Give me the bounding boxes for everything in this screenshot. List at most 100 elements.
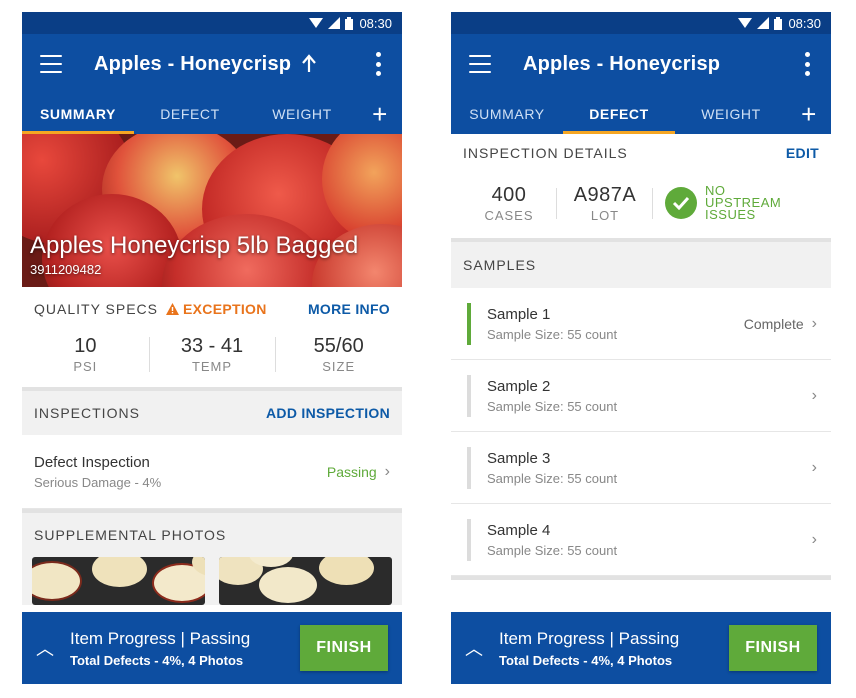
photos-header: SUPPLEMENTAL PHOTOS (22, 513, 402, 557)
sample-title: Sample 2 (487, 377, 551, 395)
inspections-label: INSPECTIONS (34, 405, 140, 421)
menu-icon[interactable] (40, 55, 62, 73)
tab-defect[interactable]: DEFECT (563, 94, 675, 134)
sample-title: Sample 1 (487, 305, 551, 323)
progress-details: Total Defects - 4%, 4 Photos (499, 652, 673, 668)
sample-status: Complete (743, 315, 804, 332)
cases-value: 400 (491, 183, 527, 206)
sample-subtitle: Sample Size: 55 count (487, 398, 618, 414)
inspection-subtitle: Serious Damage - 4% (34, 474, 162, 490)
tab-weight[interactable]: WEIGHT (246, 94, 358, 134)
sample-title: Sample 3 (487, 449, 551, 467)
divider (451, 576, 831, 580)
sample-row[interactable]: Sample 4 Sample Size: 55 count › (451, 504, 831, 576)
chevron-right-icon: › (384, 462, 390, 480)
page-title: Apples - Honeycrisp (94, 52, 292, 75)
wifi-icon (309, 18, 324, 28)
status-bar: 08:30 (22, 12, 402, 34)
tab-summary[interactable]: SUMMARY (22, 94, 134, 134)
spec-psi: 10 PSI (22, 335, 149, 374)
spec-label: TEMP (191, 358, 233, 374)
finish-button[interactable]: FINISH (729, 625, 817, 671)
exception-label: EXCEPTION (183, 301, 267, 317)
lot-detail: A987A LOT (557, 184, 653, 223)
quality-specs-label: QUALITY SPECS (34, 301, 159, 317)
wifi-icon (738, 18, 753, 28)
add-tab-icon[interactable]: + (787, 94, 831, 134)
chevron-right-icon: › (811, 314, 817, 332)
chevron-up-icon[interactable]: ︿ (465, 635, 483, 661)
tab-defect[interactable]: DEFECT (134, 94, 246, 134)
chevron-up-icon[interactable]: ︿ (36, 635, 54, 661)
upstream-status: NO UPSTREAM ISSUES (665, 183, 795, 222)
tab-bar: SUMMARY DEFECT WEIGHT + (451, 94, 831, 134)
check-icon (665, 187, 697, 219)
status-bar-indicator (467, 446, 471, 489)
spec-label: PSI (73, 358, 98, 374)
progress-summary: Item Progress | Passing (70, 628, 251, 648)
more-options-icon[interactable] (368, 50, 388, 78)
status-time: 08:30 (788, 15, 821, 31)
product-code: 3911209482 (30, 262, 102, 277)
chevron-right-icon: › (811, 530, 817, 548)
add-tab-icon[interactable]: + (358, 94, 402, 134)
cases-label: CASES (484, 207, 534, 223)
sample-row[interactable]: Sample 1 Sample Size: 55 count Complete … (451, 288, 831, 360)
more-info-link[interactable]: MORE INFO (308, 301, 390, 317)
status-bar: 08:30 (451, 12, 831, 34)
app-bar: Apples - Honeycrisp (451, 34, 831, 94)
photo-thumbnail[interactable] (219, 557, 392, 605)
exception-badge: EXCEPTION (166, 301, 267, 317)
sample-row[interactable]: Sample 3 Sample Size: 55 count › (451, 432, 831, 504)
spec-size: 55/60 SIZE (275, 335, 402, 374)
add-inspection-button[interactable]: ADD INSPECTION (266, 405, 390, 421)
sample-subtitle: Sample Size: 55 count (487, 326, 618, 342)
defect-screen: 08:30 Apples - Honeycrisp SUMMARY DEFECT… (451, 12, 831, 684)
battery-icon (345, 16, 354, 30)
status-bar-indicator (467, 518, 471, 561)
inspection-details-label: INSPECTION DETAILS (463, 145, 628, 161)
status-bar-indicator (467, 374, 471, 417)
warning-icon (166, 303, 180, 315)
signal-icon (757, 17, 770, 29)
inspection-row[interactable]: Defect Inspection Serious Damage - 4% Pa… (22, 435, 402, 509)
product-name: Apples Honeycrisp 5lb Bagged (30, 232, 359, 259)
tab-summary[interactable]: SUMMARY (451, 94, 563, 134)
samples-header: SAMPLES (451, 242, 831, 288)
menu-icon[interactable] (469, 55, 491, 73)
cases-detail: 400 CASES (461, 184, 557, 223)
photos-label: SUPPLEMENTAL PHOTOS (34, 527, 227, 543)
signal-icon (328, 17, 341, 29)
quality-specs-header: QUALITY SPECS EXCEPTION MORE INFO (22, 287, 402, 331)
quality-specs-values: 10 PSI 33 - 41 TEMP 55/60 SIZE (22, 331, 402, 377)
lot-value: A987A (573, 183, 637, 206)
inspections-header: INSPECTIONS ADD INSPECTION (22, 391, 402, 435)
inspection-title: Defect Inspection (34, 453, 150, 471)
status-bar-indicator (467, 302, 471, 345)
upload-icon[interactable] (301, 54, 317, 74)
tab-weight[interactable]: WEIGHT (675, 94, 787, 134)
sample-title: Sample 4 (487, 521, 551, 539)
tab-bar: SUMMARY DEFECT WEIGHT + (22, 94, 402, 134)
item-progress-bar: ︿ Item Progress | Passing Total Defects … (22, 612, 402, 684)
lot-label: LOT (590, 207, 620, 223)
photo-thumbnail[interactable] (32, 557, 205, 605)
status-time: 08:30 (359, 15, 392, 31)
product-hero-image: Apples Honeycrisp 5lb Bagged 3911209482 (22, 134, 402, 287)
sample-row[interactable]: Sample 2 Sample Size: 55 count › (451, 360, 831, 432)
battery-icon (774, 16, 783, 30)
more-options-icon[interactable] (797, 50, 817, 78)
finish-button[interactable]: FINISH (300, 625, 388, 671)
chevron-right-icon: › (811, 458, 817, 476)
sample-subtitle: Sample Size: 55 count (487, 470, 618, 486)
progress-details: Total Defects - 4%, 4 Photos (70, 652, 244, 668)
inspection-details: 400 CASES A987A LOT NO UPSTREAM ISSUES (451, 172, 831, 234)
samples-label: SAMPLES (463, 257, 537, 273)
app-bar: Apples - Honeycrisp (22, 34, 402, 94)
inspection-status: Passing (326, 463, 377, 480)
upstream-label: NO UPSTREAM ISSUES (705, 183, 782, 222)
page-title: Apples - Honeycrisp (523, 52, 721, 75)
progress-summary: Item Progress | Passing (499, 628, 680, 648)
edit-link[interactable]: EDIT (786, 145, 819, 161)
spec-value: 33 - 41 (180, 334, 244, 357)
